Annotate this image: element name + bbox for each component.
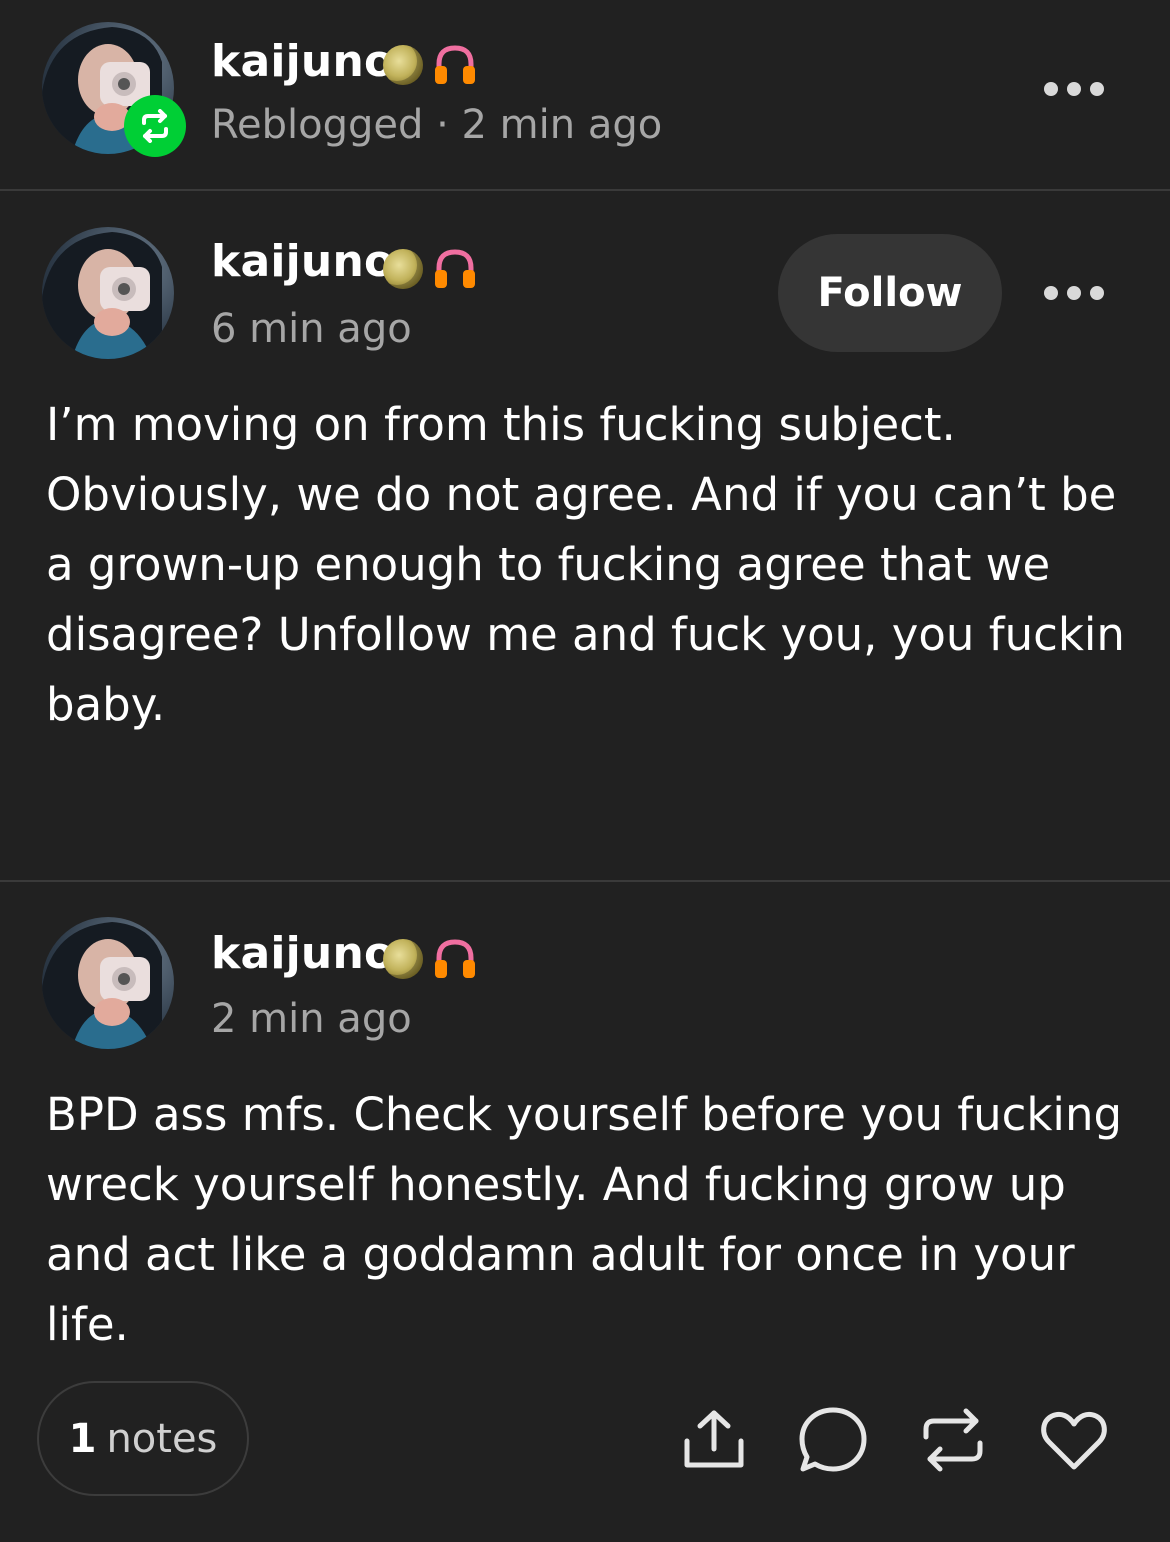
username[interactable]: kaijuno	[211, 928, 394, 979]
username[interactable]: kaijuno	[211, 36, 394, 87]
post-text: BPD ass mfs. Check yourself before you f…	[46, 1088, 1123, 1351]
avatar[interactable]	[42, 917, 174, 1049]
share-icon[interactable]	[679, 1405, 749, 1475]
avatar[interactable]	[42, 227, 174, 359]
reblog-icon[interactable]	[918, 1405, 988, 1475]
notes-label: notes	[106, 1415, 218, 1462]
post-time: 6 min ago	[211, 306, 412, 352]
moon-icon	[383, 45, 423, 85]
user-badges	[383, 248, 477, 290]
reblog-badge-icon	[124, 95, 186, 157]
heart-icon[interactable]	[1039, 1405, 1109, 1475]
notes-count: 1	[68, 1415, 97, 1462]
more-options-icon[interactable]	[1044, 285, 1104, 301]
avatar-photo	[42, 922, 162, 1049]
headphones-icon	[435, 45, 475, 84]
reblog-header: kaijuno Reblogged · 2 min ago	[0, 0, 1170, 190]
headphones-icon	[435, 249, 475, 288]
post-time: 2 min ago	[211, 996, 412, 1042]
more-options-icon[interactable]	[1044, 81, 1104, 97]
user-badges	[383, 44, 477, 86]
moon-icon	[383, 249, 423, 289]
post-text: I’m moving on from this fucking subject.…	[46, 398, 1125, 731]
user-badges	[383, 938, 477, 980]
reblog-post-header: kaijuno 2 min ago	[0, 882, 1170, 1082]
follow-button[interactable]: Follow	[778, 234, 1002, 352]
headphones-icon	[435, 939, 475, 978]
comment-icon[interactable]	[798, 1405, 868, 1475]
avatar-photo	[42, 232, 162, 359]
notes-button[interactable]: 1 notes	[37, 1381, 249, 1496]
moon-icon	[383, 939, 423, 979]
username[interactable]: kaijuno	[211, 236, 394, 287]
reblog-status: Reblogged · 2 min ago	[211, 102, 663, 148]
